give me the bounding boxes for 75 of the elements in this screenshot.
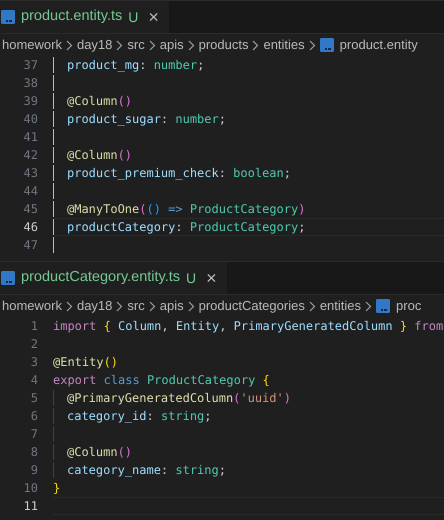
code-line: product_sugar: number; <box>67 111 226 127</box>
breadcrumb-item[interactable]: src <box>127 296 145 316</box>
line-number: 7 <box>30 426 38 443</box>
code-line: @ManyToOne(() => ProductCategory) <box>67 201 306 217</box>
close-icon[interactable]: × <box>148 8 159 26</box>
chevron-icon <box>116 300 124 312</box>
typescript-file-icon <box>320 38 334 52</box>
line-number: 8 <box>30 444 38 461</box>
breadcrumb-item[interactable]: apis <box>160 296 184 316</box>
line-number: 5 <box>30 390 38 407</box>
breadcrumb-item[interactable]: apis <box>160 35 184 55</box>
breadcrumb-item[interactable]: entities <box>320 296 362 316</box>
editor-tab[interactable]: productCategory.entity.ts U × <box>0 262 227 294</box>
typescript-file-icon <box>376 299 390 313</box>
typescript-file-icon <box>1 271 15 285</box>
line-number: 1 <box>30 318 38 335</box>
editor-tab[interactable]: product.entity.ts U × <box>0 1 169 33</box>
code-line: } <box>53 480 60 496</box>
chevron-icon <box>66 300 73 312</box>
code-line: product_mg: number; <box>67 57 204 73</box>
close-icon[interactable]: × <box>206 269 217 287</box>
untracked-status: U <box>128 8 138 26</box>
typescript-file-icon <box>1 10 15 24</box>
line-number: 41 <box>22 129 38 146</box>
code-line: @PrimaryGeneratedColumn('uuid') <box>67 390 291 406</box>
code-line: productCategory: ProductCategory; <box>67 219 306 235</box>
code-line: category_name: string; <box>67 462 226 478</box>
line-number: 44 <box>22 183 38 200</box>
breadcrumb-item[interactable]: proc <box>396 296 422 316</box>
breadcrumb-item[interactable]: products <box>198 35 248 55</box>
chevron-icon <box>148 40 156 50</box>
breadcrumb-item[interactable]: homework <box>2 35 62 55</box>
breadcrumb-item[interactable]: homework <box>2 296 62 316</box>
code-line: @Column() <box>67 444 132 460</box>
tab-filename: product.entity.ts <box>21 7 122 26</box>
chevron-icon <box>308 40 316 50</box>
line-number: 45 <box>22 201 38 218</box>
line-number: 40 <box>22 111 38 128</box>
line-number: 11 <box>22 498 38 515</box>
line-number: 47 <box>22 237 38 254</box>
line-number: 39 <box>22 93 38 110</box>
code-line: product_premium_check: boolean; <box>67 165 291 181</box>
chevron-icon <box>308 300 316 312</box>
line-number: 38 <box>22 75 38 92</box>
line-number: 6 <box>30 408 38 425</box>
breadcrumb-item[interactable]: productCategories <box>198 296 305 316</box>
breadcrumb-item[interactable]: src <box>127 35 145 55</box>
chevron-icon <box>252 40 260 50</box>
breadcrumb-item[interactable]: product.entity <box>340 35 418 55</box>
line-number: 4 <box>30 372 38 389</box>
line-number: 42 <box>22 147 38 164</box>
code-line: category_id: string; <box>67 408 212 424</box>
line-number: 37 <box>22 57 38 74</box>
untracked-status: U <box>186 268 196 288</box>
line-number: 3 <box>30 354 38 371</box>
tab-filename: productCategory.entity.ts <box>21 268 180 288</box>
line-number: 46 <box>22 219 38 236</box>
breadcrumb-item[interactable]: entities <box>263 35 305 55</box>
code-line: @Column() <box>67 147 132 163</box>
code-line: export class ProductCategory { <box>53 372 270 388</box>
line-number: 10 <box>22 480 38 497</box>
chevron-icon <box>66 40 73 50</box>
code-line: @Column() <box>67 93 132 109</box>
chevron-icon <box>116 40 124 50</box>
line-number: 43 <box>22 165 38 182</box>
code-line: import { Column, Entity, PrimaryGeneratedColumn } from <box>53 318 444 334</box>
breadcrumb-item[interactable]: day18 <box>76 35 112 55</box>
line-number: 2 <box>30 336 38 353</box>
breadcrumb-item[interactable]: day18 <box>76 296 112 316</box>
chevron-icon <box>188 40 195 50</box>
line-number: 9 <box>30 462 38 479</box>
chevron-icon <box>148 300 156 312</box>
chevron-icon <box>188 300 195 312</box>
chevron-icon <box>365 300 372 312</box>
code-line: @Entity() <box>53 354 118 370</box>
